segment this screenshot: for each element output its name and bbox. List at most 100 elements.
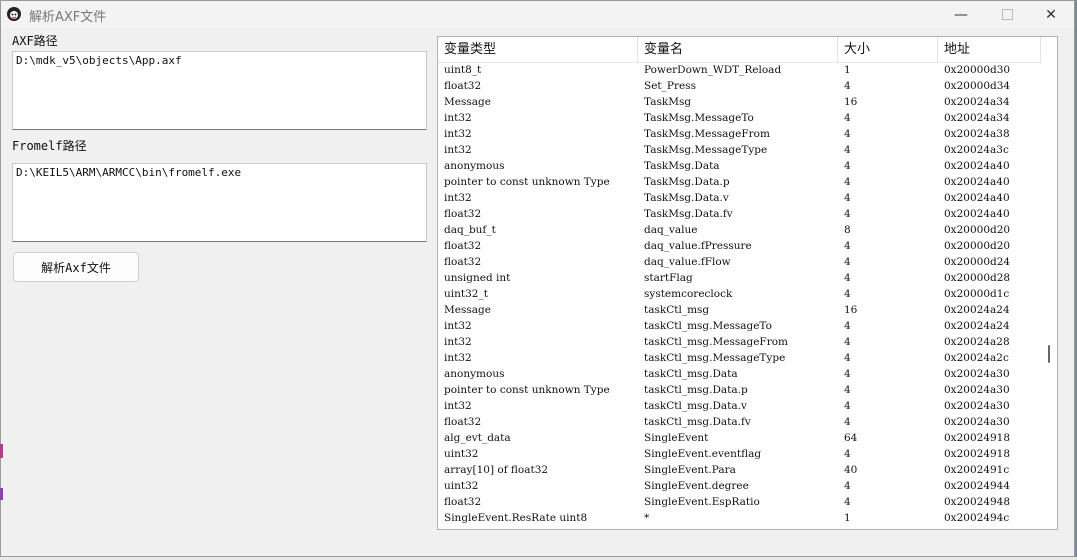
- cell-name: daq_value.fFlow: [644, 256, 731, 268]
- cell-address: 0x20000d34: [944, 80, 1011, 92]
- cell-size: 4: [844, 176, 851, 188]
- cell-type: uint32: [444, 448, 479, 460]
- cell-size: 4: [844, 128, 851, 140]
- cell-name: daq_value: [644, 224, 698, 236]
- table-row[interactable]: anonymous taskCtl_msg.Data 4 0x20024a30: [438, 366, 1041, 382]
- cell-size: 4: [844, 288, 851, 300]
- cell-type: SingleEvent.ResRate uint8: [444, 512, 588, 524]
- table-row[interactable]: int32 TaskMsg.MessageType 4 0x20024a3c: [438, 142, 1041, 158]
- scrollbar-thumb[interactable]: [1048, 345, 1050, 363]
- parse-axf-button[interactable]: 解析Axf文件: [13, 252, 139, 282]
- cell-address: 0x20000d20: [944, 224, 1011, 236]
- cell-address: 0x20024944: [944, 480, 1011, 492]
- header-name[interactable]: 变量名: [638, 37, 838, 62]
- cell-address: 0x20024918: [944, 432, 1011, 444]
- cell-address: 0x20000d1c: [944, 288, 1010, 300]
- cell-address: 0x20024948: [944, 496, 1011, 508]
- cell-size: 64: [844, 432, 858, 444]
- table-row[interactable]: float32 daq_value.fFlow 4 0x20000d24: [438, 254, 1041, 270]
- cell-size: 1: [844, 512, 851, 524]
- table-row[interactable]: Message TaskMsg 16 0x20024a34: [438, 94, 1041, 110]
- table-row[interactable]: float32 SingleEvent.EspRatio 4 0x20024948: [438, 494, 1041, 510]
- table-body: uint8_t PowerDown_WDT_Reload 1 0x20000d30 fl…: [438, 62, 1041, 526]
- table-row[interactable]: anonymous TaskMsg.Data 4 0x20024a40: [438, 158, 1041, 174]
- window-title: 解析AXF文件: [29, 10, 107, 25]
- cell-name: taskCtl_msg: [644, 304, 710, 316]
- cell-size: 4: [844, 208, 851, 220]
- header-size[interactable]: 大小: [838, 37, 938, 62]
- header-address[interactable]: 地址: [938, 37, 1041, 62]
- table-row[interactable]: int32 taskCtl_msg.MessageFrom 4 0x20024a28: [438, 334, 1041, 350]
- app-window: 解析AXF文件 — ✕ AXF路径 D:\mdk_v5\objects\App.…: [0, 0, 1075, 557]
- cell-type: Message: [444, 96, 491, 108]
- cell-name: taskCtl_msg.Data.fv: [644, 416, 751, 428]
- table-row[interactable]: uint8_t PowerDown_WDT_Reload 1 0x20000d30: [438, 62, 1041, 78]
- cell-address: 0x20000d20: [944, 240, 1011, 252]
- table-row[interactable]: float32 daq_value.fPressure 4 0x20000d20: [438, 238, 1041, 254]
- table-row[interactable]: int32 TaskMsg.Data.v 4 0x20024a40: [438, 190, 1041, 206]
- table-row[interactable]: alg_evt_data SingleEvent 64 0x20024918: [438, 430, 1041, 446]
- table-row[interactable]: float32 TaskMsg.Data.fv 4 0x20024a40: [438, 206, 1041, 222]
- maximize-icon: [1001, 9, 1013, 20]
- cell-type: float32: [444, 80, 482, 92]
- cell-name: PowerDown_WDT_Reload: [644, 64, 782, 76]
- cell-name: TaskMsg.Data.fv: [644, 208, 733, 220]
- title-bar[interactable]: 解析AXF文件 — ✕: [1, 1, 1074, 28]
- table-row[interactable]: float32 taskCtl_msg.Data.fv 4 0x20024a30: [438, 414, 1041, 430]
- header-type[interactable]: 变量类型: [438, 37, 638, 62]
- cell-type: float32: [444, 256, 482, 268]
- fromelf-path-label: Fromelf路径: [12, 139, 87, 153]
- cell-type: anonymous: [444, 368, 505, 380]
- cell-size: 16: [844, 96, 858, 108]
- table-row[interactable]: int32 taskCtl_msg.Data.v 4 0x20024a30: [438, 398, 1041, 414]
- cell-type: uint32: [444, 480, 479, 492]
- cell-address: 0x20024a40: [944, 160, 1010, 172]
- cell-name: TaskMsg.Data: [644, 160, 720, 172]
- table-header: 变量类型 变量名 大小 地址: [438, 37, 1041, 63]
- background-strip: [0, 488, 3, 500]
- table-row[interactable]: int32 taskCtl_msg.MessageTo 4 0x20024a24: [438, 318, 1041, 334]
- cell-name: taskCtl_msg.Data.v: [644, 400, 747, 412]
- cell-name: taskCtl_msg.MessageTo: [644, 320, 772, 332]
- table-row[interactable]: pointer to const unknown Type TaskMsg.Dat…: [438, 174, 1041, 190]
- table-row[interactable]: array[10] of float32 SingleEvent.Para 40 0x…: [438, 462, 1041, 478]
- table-row[interactable]: SingleEvent.ResRate uint8 * 1 0x2002494c: [438, 510, 1041, 526]
- cell-address: 0x2002494c: [944, 512, 1010, 524]
- maximize-button[interactable]: [984, 1, 1030, 28]
- cell-address: 0x20024a3c: [944, 144, 1009, 156]
- axf-path-field[interactable]: D:\mdk_v5\objects\App.axf: [12, 51, 427, 130]
- table-row[interactable]: int32 TaskMsg.MessageTo 4 0x20024a34: [438, 110, 1041, 126]
- app-icon: [7, 7, 21, 21]
- table-row[interactable]: int32 TaskMsg.MessageFrom 4 0x20024a38: [438, 126, 1041, 142]
- close-button[interactable]: ✕: [1028, 1, 1074, 28]
- table-row[interactable]: Message taskCtl_msg 16 0x20024a24: [438, 302, 1041, 318]
- minimize-button[interactable]: —: [938, 1, 984, 28]
- cell-name: SingleEvent.eventflag: [644, 448, 762, 460]
- cell-address: 0x20024a30: [944, 368, 1010, 380]
- table-row[interactable]: unsigned int startFlag 4 0x20000d28: [438, 270, 1041, 286]
- table-row[interactable]: uint32 SingleEvent.eventflag 4 0x20024918: [438, 446, 1041, 462]
- vertical-scrollbar[interactable]: [1041, 37, 1057, 529]
- table-row[interactable]: int32 taskCtl_msg.MessageType 4 0x20024a2c: [438, 350, 1041, 366]
- fromelf-path-field[interactable]: D:\KEIL5\ARM\ARMCC\bin\fromelf.exe: [12, 163, 427, 242]
- cell-size: 4: [844, 384, 851, 396]
- cell-size: 4: [844, 448, 851, 460]
- table-row[interactable]: uint32 SingleEvent.degree 4 0x20024944: [438, 478, 1041, 494]
- variable-table[interactable]: 变量类型 变量名 大小 地址 uint8_t PowerDown_WDT_Relo…: [437, 36, 1058, 530]
- cell-name: SingleEvent: [644, 432, 709, 444]
- cell-type: unsigned int: [444, 272, 511, 284]
- cell-name: TaskMsg.MessageFrom: [644, 128, 770, 140]
- cell-type: int32: [444, 144, 472, 156]
- table-row[interactable]: pointer to const unknown Type taskCtl_msg…: [438, 382, 1041, 398]
- table-row[interactable]: daq_buf_t daq_value 8 0x20000d20: [438, 222, 1041, 238]
- cell-type: int32: [444, 352, 472, 364]
- table-row[interactable]: float32 Set_Press 4 0x20000d34: [438, 78, 1041, 94]
- cell-type: int32: [444, 112, 472, 124]
- cell-size: 4: [844, 144, 851, 156]
- cell-type: Message: [444, 304, 491, 316]
- cell-type: float32: [444, 208, 482, 220]
- table-row[interactable]: uint32_t systemcoreclock 4 0x20000d1c: [438, 286, 1041, 302]
- cell-address: 0x20024a2c: [944, 352, 1009, 364]
- cell-size: 1: [844, 64, 851, 76]
- cell-size: 4: [844, 336, 851, 348]
